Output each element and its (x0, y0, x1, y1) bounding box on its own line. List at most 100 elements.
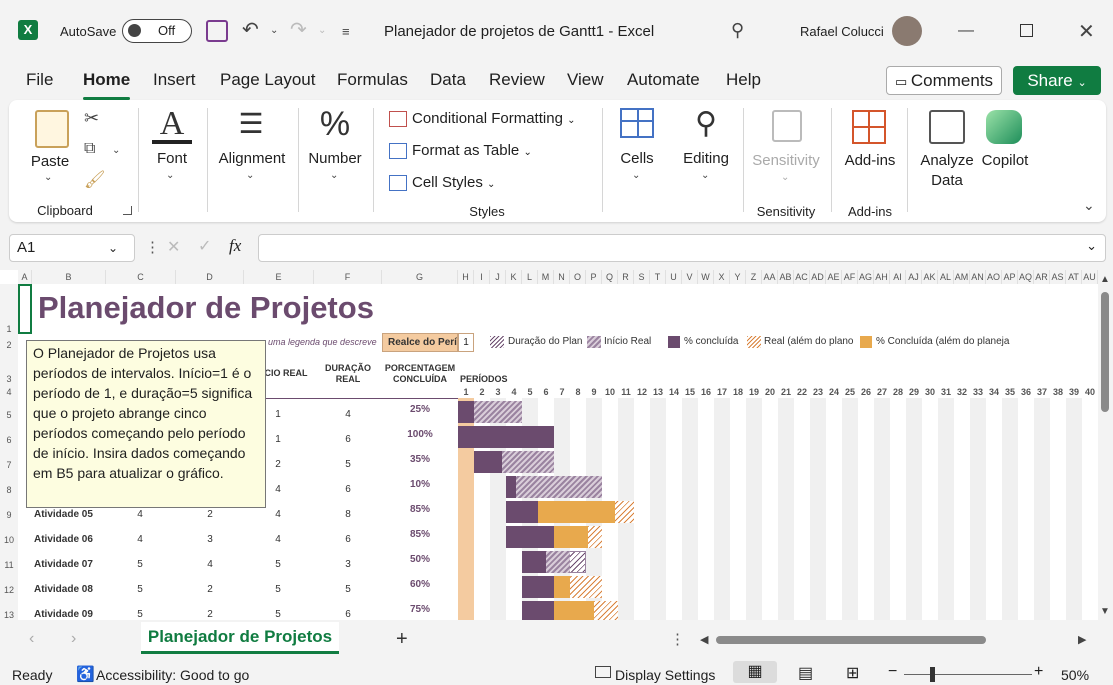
column-header-ae[interactable]: AE (826, 270, 842, 284)
row-header[interactable]: 1 (0, 284, 18, 334)
tab-page-layout[interactable]: Page Layout (220, 70, 315, 94)
autosave-toggle[interactable]: Off (122, 19, 192, 43)
zoom-in-icon[interactable]: + (1034, 663, 1043, 681)
paste-icon[interactable] (35, 110, 69, 148)
column-header-f[interactable]: F (314, 270, 382, 284)
activity-name[interactable]: Atividade 06 (34, 534, 93, 545)
horizontal-scrollbar[interactable]: ◀ ▶ (700, 632, 1090, 648)
alignment-icon[interactable]: ☰ (228, 104, 274, 144)
column-header-ar[interactable]: AR (1034, 270, 1050, 284)
column-header-a[interactable]: A (18, 270, 32, 284)
column-header-y[interactable]: Y (730, 270, 746, 284)
alignment-button[interactable]: Alignment (212, 150, 292, 167)
column-header-x[interactable]: X (714, 270, 730, 284)
tab-automate[interactable]: Automate (627, 70, 700, 94)
row-header[interactable]: 3 (0, 356, 18, 386)
activity-name[interactable]: Atividade 08 (34, 584, 93, 595)
column-header-c[interactable]: C (106, 270, 176, 284)
column-header-ao[interactable]: AO (986, 270, 1002, 284)
row-header[interactable]: 10 (0, 523, 18, 548)
column-header-t[interactable]: T (650, 270, 666, 284)
actual-start[interactable]: 1 (268, 409, 288, 420)
actual-duration[interactable]: 6 (338, 484, 358, 495)
maximize-icon[interactable] (1020, 24, 1033, 37)
tab-data[interactable]: Data (430, 70, 466, 94)
hscroll-thumb[interactable] (716, 636, 986, 644)
column-header-at[interactable]: AT (1066, 270, 1082, 284)
paste-dropdown-icon[interactable]: ⌄ (44, 172, 52, 183)
display-settings-button[interactable]: Display Settings (615, 667, 715, 683)
analyze-data-line1[interactable]: Analyze (915, 152, 979, 169)
column-header-l[interactable]: L (522, 270, 538, 284)
zoom-slider-track[interactable] (904, 674, 1032, 675)
plan-start[interactable]: 4 (130, 509, 150, 520)
analyze-data-icon[interactable] (929, 110, 965, 144)
percent-complete[interactable]: 25% (390, 404, 450, 415)
plan-duration[interactable]: 2 (200, 609, 220, 620)
column-header-ai[interactable]: AI (890, 270, 906, 284)
column-header-w[interactable]: W (698, 270, 714, 284)
column-header-v[interactable]: V (682, 270, 698, 284)
alignment-dropdown-icon[interactable]: ⌄ (246, 170, 254, 181)
activity-name[interactable]: Atividade 05 (34, 509, 93, 520)
column-header-i[interactable]: I (474, 270, 490, 284)
number-button[interactable]: Number (303, 150, 367, 167)
percent-complete[interactable]: 85% (390, 504, 450, 515)
plan-duration[interactable]: 2 (200, 584, 220, 595)
share-button[interactable]: Share ⌄ (1013, 66, 1101, 95)
scroll-thumb[interactable] (1101, 292, 1109, 412)
row-header[interactable]: 5 (0, 398, 18, 423)
tab-view[interactable]: View (567, 70, 604, 94)
clipboard-launcher-icon[interactable] (123, 206, 132, 215)
actual-start[interactable]: 5 (268, 609, 288, 620)
column-header-z[interactable]: Z (746, 270, 762, 284)
column-header-af[interactable]: AF (842, 270, 858, 284)
copy-dropdown-icon[interactable]: ⌄ (112, 145, 120, 156)
add-sheet-icon[interactable]: + (396, 628, 408, 651)
cells-dropdown-icon[interactable]: ⌄ (632, 170, 640, 181)
actual-start[interactable]: 5 (268, 584, 288, 595)
plan-duration[interactable]: 2 (200, 509, 220, 520)
column-header-aj[interactable]: AJ (906, 270, 922, 284)
tab-formulas[interactable]: Formulas (337, 70, 408, 94)
percent-complete[interactable]: 75% (390, 604, 450, 615)
row-header[interactable]: 12 (0, 573, 18, 598)
scroll-down-icon[interactable]: ▼ (1100, 606, 1110, 617)
row-header[interactable]: 4 (0, 386, 18, 398)
column-header-o[interactable]: O (570, 270, 586, 284)
analyze-data-line2[interactable]: Data (915, 172, 979, 189)
actual-start[interactable]: 1 (268, 434, 288, 445)
next-sheet-icon[interactable]: › (71, 630, 76, 648)
column-header-ac[interactable]: AC (794, 270, 810, 284)
search-icon[interactable]: ⚲ (731, 20, 744, 41)
percent-complete[interactable]: 35% (390, 454, 450, 465)
close-icon[interactable]: ✕ (1078, 19, 1095, 44)
tab-review[interactable]: Review (489, 70, 545, 94)
conditional-formatting-button[interactable]: Conditional Formatting ⌄ (389, 110, 575, 128)
scroll-up-icon[interactable]: ▲ (1100, 274, 1110, 285)
column-header-as[interactable]: AS (1050, 270, 1066, 284)
column-header-ap[interactable]: AP (1002, 270, 1018, 284)
activity-name[interactable]: Atividade 07 (34, 559, 93, 570)
actual-duration[interactable]: 6 (338, 609, 358, 620)
scroll-right-icon[interactable]: ▶ (1078, 633, 1086, 646)
column-header-s[interactable]: S (634, 270, 650, 284)
actual-duration[interactable]: 5 (338, 459, 358, 470)
column-header-h[interactable]: H (458, 270, 474, 284)
editing-button[interactable]: Editing (675, 150, 737, 167)
plan-start[interactable]: 5 (130, 559, 150, 570)
column-header-aq[interactable]: AQ (1018, 270, 1034, 284)
percent-complete[interactable]: 60% (390, 579, 450, 590)
column-header-r[interactable]: R (618, 270, 634, 284)
paste-button[interactable]: Paste (28, 153, 72, 170)
insert-function-icon[interactable]: fx (229, 236, 241, 256)
actual-duration[interactable]: 4 (338, 409, 358, 420)
tab-insert[interactable]: Insert (153, 70, 196, 94)
column-header-e[interactable]: E (244, 270, 314, 284)
undo-icon[interactable]: ↶ (242, 17, 259, 42)
actual-start[interactable]: 4 (268, 484, 288, 495)
column-header-ab[interactable]: AB (778, 270, 794, 284)
column-header-b[interactable]: B (32, 270, 106, 284)
plan-start[interactable]: 5 (130, 609, 150, 620)
actual-duration[interactable]: 8 (338, 509, 358, 520)
